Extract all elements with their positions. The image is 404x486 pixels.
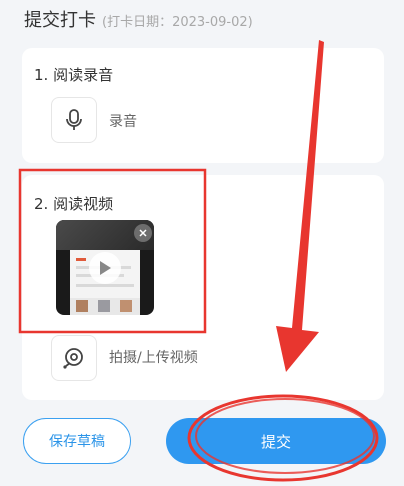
upload-video-button[interactable] [51, 335, 97, 381]
submit-button[interactable]: 提交 [166, 418, 386, 464]
page-title: 提交打卡 [24, 10, 96, 31]
page-header: 提交打卡 (打卡日期：2023-09-02) [24, 6, 253, 32]
record-audio-button[interactable] [51, 97, 97, 143]
audio-section-card: 1. 阅读录音 录音 [22, 48, 384, 163]
video-thumbnail[interactable] [56, 220, 154, 315]
video-frame-bottom [70, 298, 140, 315]
play-video-button[interactable] [89, 252, 121, 284]
video-section-title: 2. 阅读视频 [34, 195, 114, 213]
checkin-date: (打卡日期：2023-09-02) [102, 15, 253, 30]
checkin-page: 提交打卡 (打卡日期：2023-09-02) 1. 阅读录音 录音 2. 阅读视… [0, 0, 404, 486]
close-icon [139, 229, 147, 237]
microphone-icon [66, 109, 82, 130]
audio-section-title: 1. 阅读录音 [34, 66, 114, 84]
video-camera-icon [63, 348, 83, 369]
record-audio-label[interactable]: 录音 [109, 111, 137, 131]
play-icon [100, 261, 111, 275]
remove-video-button[interactable] [134, 224, 152, 242]
upload-video-label[interactable]: 拍摄/上传视频 [109, 347, 198, 367]
video-section-card: 2. 阅读视频 拍摄/上传视频 [22, 175, 384, 400]
save-draft-button[interactable]: 保存草稿 [23, 418, 131, 464]
